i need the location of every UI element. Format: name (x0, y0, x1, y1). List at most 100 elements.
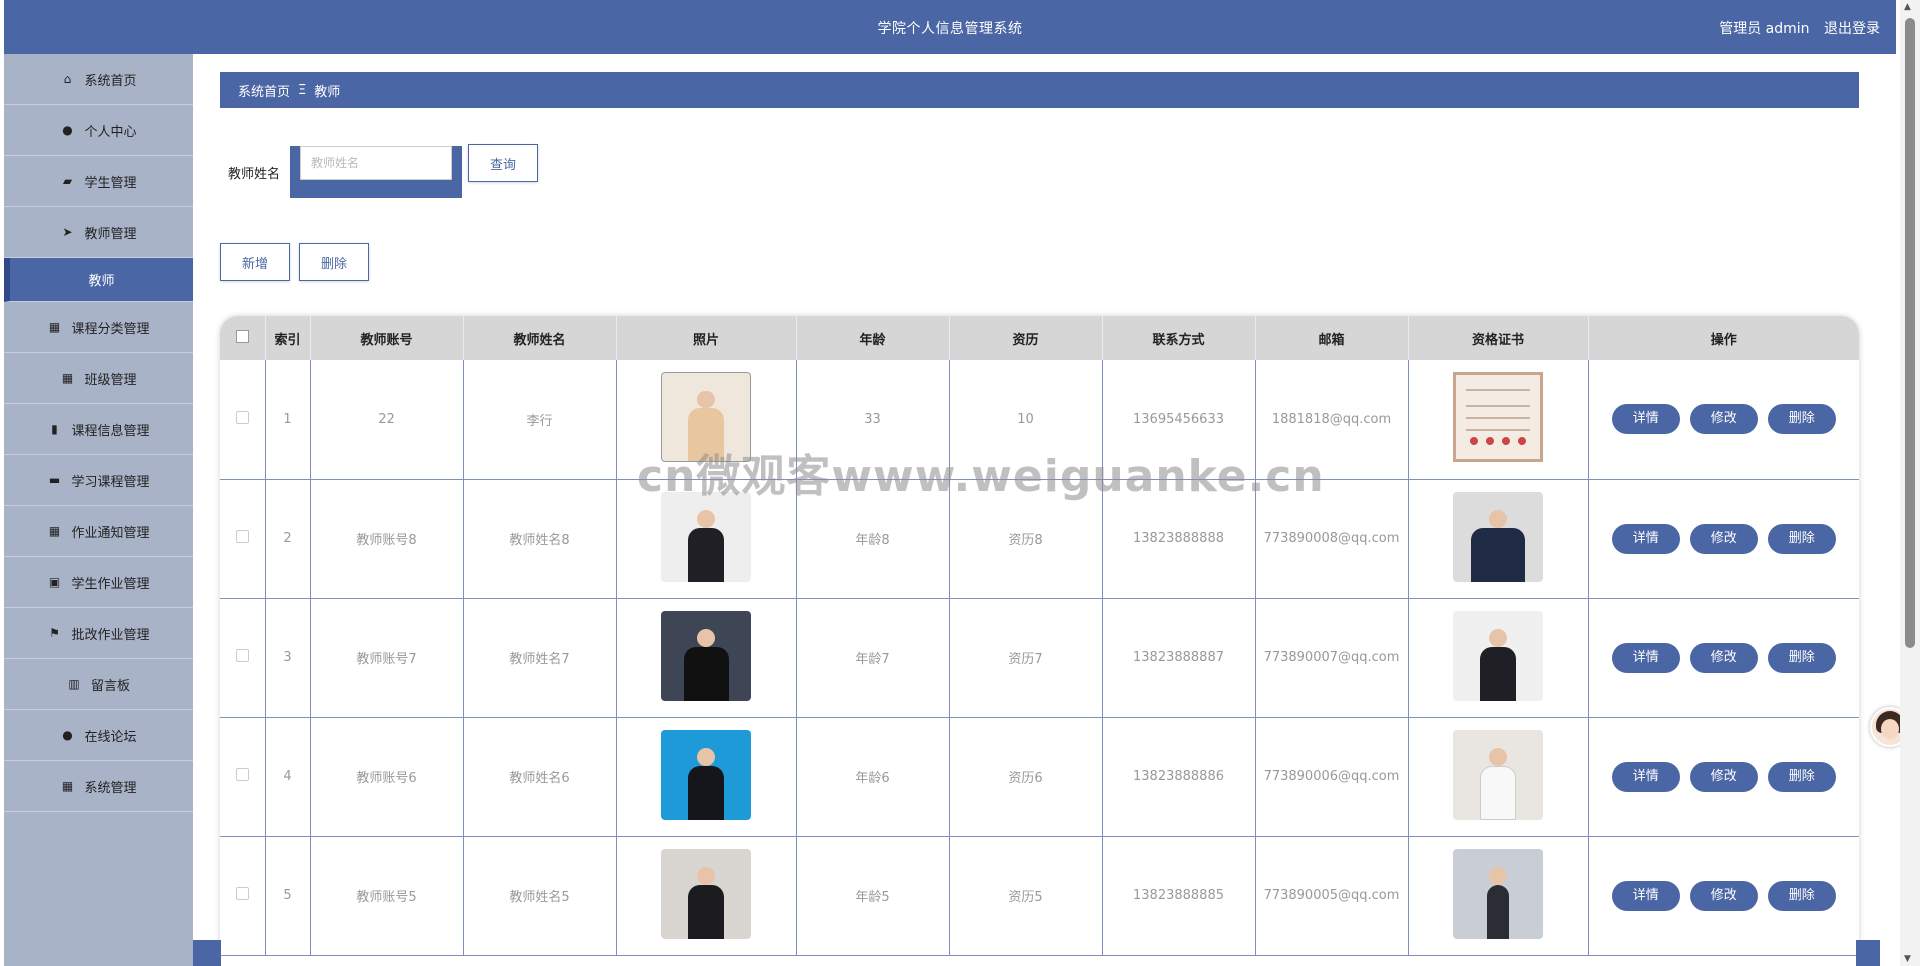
cell-age: 年龄6 (796, 717, 950, 836)
detail-button[interactable]: 详情 (1611, 761, 1680, 792)
edit-button[interactable]: 修改 (1689, 523, 1758, 554)
sidebar-item-label: 学生管理 (84, 175, 137, 191)
detail-button[interactable]: 详情 (1611, 404, 1680, 435)
sidebar-subitem-teacher[interactable]: 教师 (4, 258, 193, 302)
certificate-image[interactable] (1453, 729, 1543, 820)
grid-icon: ▦ (61, 779, 74, 793)
sidebar-item-homework-notice[interactable]: ▦ 作业通知管理 (4, 506, 193, 557)
flag-icon: ⚑ (49, 626, 60, 640)
sidebar-item-message-board[interactable]: ▥ 留言板 (4, 659, 193, 710)
batch-delete-button[interactable]: 删除 (299, 243, 369, 281)
delete-button[interactable]: 删除 (1767, 880, 1836, 911)
sidebar-item-label: 个人中心 (84, 124, 137, 140)
teacher-photo[interactable] (661, 491, 751, 582)
teacher-photo[interactable] (661, 729, 751, 820)
sidebar-item-course-info[interactable]: ▮ 课程信息管理 (4, 404, 193, 455)
cell-name: 教师姓名7 (463, 598, 617, 717)
logout-link[interactable]: 退出登录 (1824, 21, 1880, 37)
sidebar-item-label: 课程分类管理 (71, 321, 150, 337)
teacher-photo[interactable] (661, 610, 751, 701)
delete-button[interactable]: 删除 (1767, 523, 1836, 554)
scroll-down-icon[interactable]: ▼ (1904, 954, 1911, 964)
cell-index: 5 (265, 836, 311, 955)
page-scrollbar[interactable]: ▲ ▼ (1900, 0, 1920, 966)
cell-name: 教师姓名8 (463, 479, 617, 598)
row-checkbox[interactable] (235, 768, 249, 781)
search-button[interactable]: 查询 (468, 144, 538, 182)
clipboard-icon: ▣ (48, 575, 61, 589)
delete-button[interactable]: 删除 (1767, 642, 1836, 673)
sidebar-item-course-category[interactable]: ▦ 课程分类管理 (4, 302, 193, 353)
cell-name: 教师姓名6 (463, 717, 617, 836)
row-checkbox[interactable] (235, 887, 249, 900)
search-area: 教师姓名 (228, 146, 463, 198)
sidebar-item-home[interactable]: ⌂ 系统首页 (4, 54, 193, 105)
delete-button[interactable]: 删除 (1767, 404, 1836, 435)
certificate-image[interactable] (1453, 491, 1543, 582)
sidebar-item-forum[interactable]: ● 在线论坛 (4, 710, 193, 761)
cell-account: 教师账号7 (310, 598, 464, 717)
detail-button[interactable]: 详情 (1611, 880, 1680, 911)
edit-button[interactable]: 修改 (1689, 642, 1758, 673)
sidebar-item-label: 留言板 (90, 678, 130, 694)
user-icon: ● (62, 728, 73, 742)
column-header: 联系方式 (1102, 316, 1256, 360)
certificate-image[interactable] (1453, 848, 1543, 939)
cell-name: 教师姓名5 (463, 836, 617, 955)
scroll-up-icon[interactable]: ▲ (1904, 2, 1911, 12)
sidebar-item-system[interactable]: ▦ 系统管理 (4, 761, 193, 812)
select-all-checkbox[interactable] (235, 329, 249, 343)
header-user-area: 管理员 admin 退出登录 (1709, 18, 1880, 38)
edit-button[interactable]: 修改 (1689, 761, 1758, 792)
row-checkbox[interactable] (235, 530, 249, 543)
sidebar-item-students[interactable]: ▰ 学生管理 (4, 156, 193, 207)
row-checkbox[interactable] (235, 649, 249, 662)
search-input[interactable] (300, 146, 453, 180)
teacher-table: 索引 教师账号 教师姓名 照片 年龄 资历 联系方式 邮箱 资格证书 操作 1 … (220, 316, 1859, 966)
scrollbar-thumb[interactable] (1905, 18, 1915, 648)
certificate-image[interactable] (1453, 610, 1543, 701)
cell-seniority: 资历5 (949, 836, 1103, 955)
teacher-photo[interactable] (661, 848, 751, 939)
cell-name: 李行 (463, 360, 617, 479)
grid-icon: ▦ (48, 524, 61, 538)
column-header: 资历 (949, 316, 1103, 360)
sidebar-item-grading[interactable]: ⚑ 批改作业管理 (4, 608, 193, 659)
search-label: 教师姓名 (228, 166, 281, 182)
sidebar-item-class[interactable]: ▦ 班级管理 (4, 353, 193, 404)
table-header-row: 索引 教师账号 教师姓名 照片 年龄 资历 联系方式 邮箱 资格证书 操作 (220, 316, 1859, 360)
breadcrumb-home[interactable]: 系统首页 (238, 81, 290, 100)
detail-button[interactable]: 详情 (1611, 642, 1680, 673)
cell-phone: 13823888887 (1102, 598, 1256, 717)
detail-button[interactable]: 详情 (1611, 523, 1680, 554)
sidebar-item-student-homework[interactable]: ▣ 学生作业管理 (4, 557, 193, 608)
cell-age: 年龄5 (796, 836, 950, 955)
cell-phone: 13823888886 (1102, 717, 1256, 836)
cell-account: 教师账号6 (310, 717, 464, 836)
edit-button[interactable]: 修改 (1689, 880, 1758, 911)
bar-chart-icon: ▮ (51, 422, 58, 436)
add-button[interactable]: 新增 (220, 243, 290, 281)
sidebar-item-study-course[interactable]: ▬ 学习课程管理 (4, 455, 193, 506)
column-header: 索引 (265, 316, 311, 360)
cell-account: 教师账号8 (310, 479, 464, 598)
send-icon: ➤ (62, 225, 73, 239)
cell-phone: 13823888885 (1102, 836, 1256, 955)
sidebar-item-teachers[interactable]: ➤ 教师管理 (4, 207, 193, 258)
sidebar-item-label: 教师管理 (84, 226, 137, 242)
table-row: 5 教师账号5 教师姓名5 年龄5 资历5 13823888885 773890… (220, 836, 1859, 955)
sidebar-item-label: 在线论坛 (84, 729, 137, 745)
edit-button[interactable]: 修改 (1689, 404, 1758, 435)
certificate-image[interactable] (1453, 372, 1543, 463)
sidebar-item-personal[interactable]: ● 个人中心 (4, 105, 193, 156)
column-header: 年龄 (796, 316, 950, 360)
delete-button[interactable]: 删除 (1767, 761, 1836, 792)
home-icon: ⌂ (63, 72, 72, 86)
row-checkbox[interactable] (235, 410, 249, 424)
grid-icon: ▦ (48, 320, 61, 334)
admin-user-label: 管理员 admin (1719, 21, 1810, 37)
grid-icon: ▦ (61, 371, 74, 385)
select-all-header[interactable] (220, 316, 266, 360)
breadcrumb: 系统首页 Ξ 教师 (220, 72, 1859, 108)
sidebar-item-label: 课程信息管理 (71, 423, 150, 439)
